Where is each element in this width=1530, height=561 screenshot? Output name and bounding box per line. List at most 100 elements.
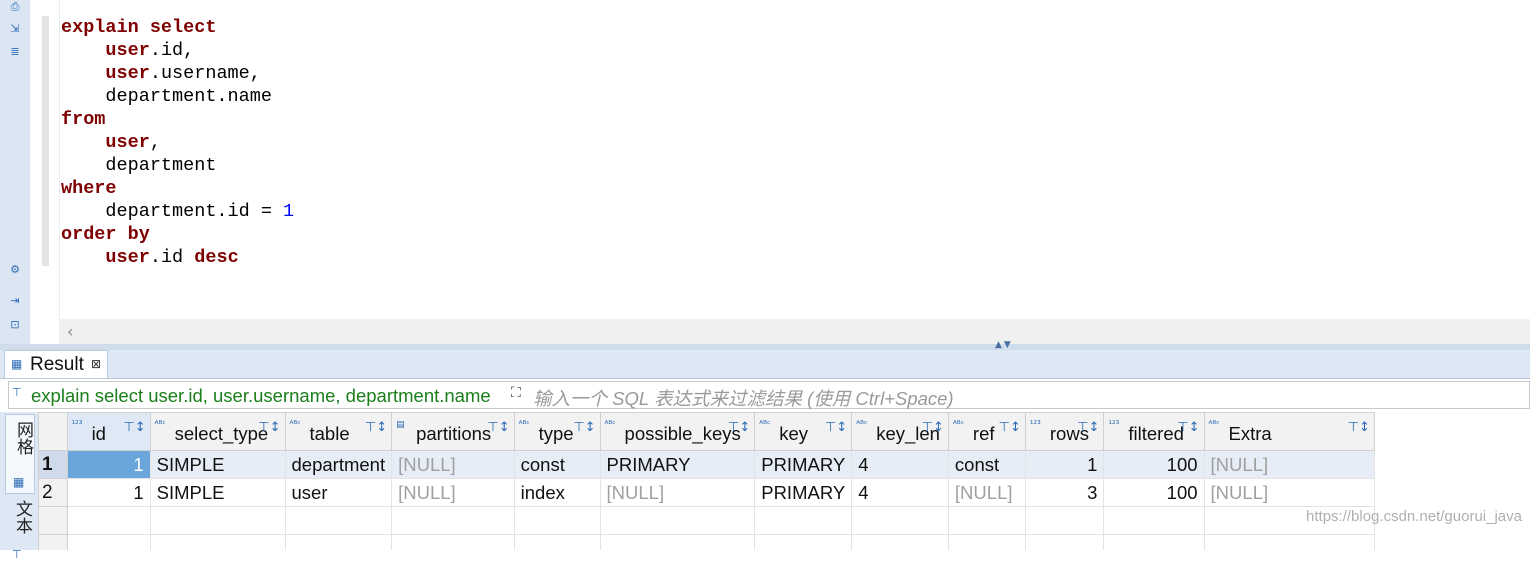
cell-rows[interactable]: 1 (1024, 450, 1105, 479)
sql-keyword: order by (61, 224, 150, 245)
sort-filter-icon[interactable]: ⊤↕ (365, 420, 387, 435)
result-tab-bar: ▦ Result ⊠ (0, 350, 1530, 379)
cell-possible-keys[interactable]: PRIMARY (599, 450, 756, 479)
column-header-select-type[interactable]: ᴬᴮᶜ select_type ⊤↕ (149, 412, 286, 451)
execute-script-icon[interactable]: ⎙ (9, 0, 21, 13)
cell-key[interactable]: PRIMARY (754, 478, 853, 507)
sort-filter-icon[interactable]: ⊤↕ (825, 420, 847, 435)
empty-cell (513, 534, 601, 550)
row-number[interactable]: 2 (38, 478, 68, 507)
filter-bar[interactable]: ⊤ explain select user.id, user.username,… (8, 381, 1530, 409)
explain-plan-icon[interactable]: ≣ (9, 45, 21, 58)
tab-result[interactable]: ▦ Result ⊠ (4, 350, 108, 378)
table-row[interactable]: 1 1 SIMPLE department [NULL] const PRIMARY PRIM… (38, 450, 1530, 479)
cell-type[interactable]: index (513, 478, 601, 507)
sort-filter-icon[interactable]: ⊤↕ (1348, 420, 1370, 435)
empty-cell (391, 534, 515, 550)
sql-keyword: desc (194, 247, 239, 268)
column-header-type[interactable]: ᴬᴮᶜ type ⊤↕ (513, 412, 601, 451)
column-label: ref (972, 423, 995, 444)
row-number (38, 534, 68, 550)
text-type-icon: ᴬᴮᶜ (604, 420, 616, 430)
cell-table[interactable]: department (284, 450, 393, 479)
cell-ref[interactable]: [NULL] (947, 478, 1026, 507)
column-label: Extra (1228, 423, 1272, 444)
cell-select-type[interactable]: SIMPLE (149, 478, 286, 507)
tab-text-view[interactable]: 文本 (10, 500, 35, 534)
column-label: possible_keys (624, 423, 741, 444)
text-type-icon: ᴬᴮᶜ (1208, 420, 1220, 430)
row-number[interactable]: 1 (38, 450, 68, 479)
sql-keyword: from (61, 109, 106, 130)
table-row[interactable]: 2 1 SIMPLE user [NULL] index [NULL] PRIMARY 4 [NU… (38, 478, 1530, 507)
empty-cell (391, 506, 515, 535)
column-header-key[interactable]: ᴬᴮᶜ key ⊤↕ (754, 412, 853, 451)
cell-partitions[interactable]: [NULL] (391, 450, 515, 479)
cell-filtered[interactable]: 100 (1103, 478, 1205, 507)
result-grid[interactable]: ¹²³ id ⊤↕ ᴬᴮᶜ select_type ⊤↕ ᴬᴮᶜ table ⊤↕ ▤ partit… (38, 412, 1530, 550)
column-header-filtered[interactable]: ¹²³ filtered ⊤↕ (1103, 412, 1205, 451)
column-header-possible-keys[interactable]: ᴬᴮᶜ possible_keys ⊤↕ (599, 412, 756, 451)
column-label: key (779, 423, 809, 444)
export-icon[interactable]: ⇥ (9, 294, 21, 307)
editor-horizontal-scrollbar[interactable]: ‹ (59, 319, 1530, 344)
sort-filter-icon[interactable]: ⊤↕ (1077, 420, 1099, 435)
sql-keyword: where (61, 178, 117, 199)
cell-Extra[interactable]: [NULL] (1203, 450, 1375, 479)
cell-filtered[interactable]: 100 (1103, 450, 1205, 479)
execute-new-tab-icon[interactable]: ⇲ (9, 22, 21, 35)
text-type-icon: ᴬᴮᶜ (154, 420, 166, 430)
cell-key-len[interactable]: 4 (851, 478, 949, 507)
cell-ref[interactable]: const (947, 450, 1026, 479)
cell-Extra[interactable]: [NULL] (1203, 478, 1375, 507)
filter-history-icon[interactable]: ⊤ (12, 386, 22, 399)
column-header-id[interactable]: ¹²³ id ⊤↕ (66, 412, 151, 451)
empty-cell (754, 506, 853, 535)
filter-input[interactable]: 输入一个 SQL 表达式来过滤结果 (使用 Ctrl+Space) (533, 385, 954, 411)
column-header-table[interactable]: ᴬᴮᶜ table ⊤↕ (284, 412, 393, 451)
chevron-left-icon[interactable]: ‹ (67, 322, 73, 341)
sort-filter-icon[interactable]: ⊤↕ (487, 420, 509, 435)
cell-possible-keys[interactable]: [NULL] (599, 478, 756, 507)
collapse-expand-icon[interactable]: ▲▼ (995, 340, 1013, 350)
sort-filter-icon[interactable]: ⊤↕ (999, 420, 1021, 435)
close-icon[interactable]: ⊠ (91, 357, 101, 371)
column-header-partitions[interactable]: ▤ partitions ⊤↕ (391, 412, 515, 451)
sort-filter-icon[interactable]: ⊤↕ (922, 420, 944, 435)
grid-corner[interactable] (38, 412, 68, 451)
expand-icon[interactable]: ⛶ (511, 385, 521, 401)
query-text: explain select user.id, user.username, d… (31, 385, 491, 406)
settings-icon[interactable]: ⚙ (9, 263, 21, 276)
column-header-Extra[interactable]: ᴬᴮᶜ Extra ⊤↕ (1203, 412, 1375, 451)
empty-cell (947, 534, 1026, 550)
sql-editor[interactable]: explain select user.id, user.username, d… (61, 16, 294, 269)
empty-cell (599, 534, 756, 550)
row-filler (1373, 534, 1530, 550)
empty-row (38, 534, 1530, 550)
sql-keyword: user (105, 63, 150, 84)
empty-cell (1103, 534, 1205, 550)
cell-key-len[interactable]: 4 (851, 450, 949, 479)
empty-cell (149, 534, 286, 550)
tab-grid-view[interactable]: 网格 ▦ (5, 414, 35, 494)
sort-filter-icon[interactable]: ⊤↕ (1177, 420, 1199, 435)
sort-filter-icon[interactable]: ⊤↕ (123, 420, 145, 435)
cell-select-type[interactable]: SIMPLE (149, 450, 286, 479)
column-header-ref[interactable]: ᴬᴮᶜ ref ⊤↕ (947, 412, 1026, 451)
cell-rows[interactable]: 3 (1024, 478, 1105, 507)
cell-table[interactable]: user (284, 478, 393, 507)
row-number (38, 506, 68, 535)
sort-filter-icon[interactable]: ⊤↕ (573, 420, 595, 435)
empty-cell (599, 506, 756, 535)
cell-key[interactable]: PRIMARY (754, 450, 853, 479)
new-script-icon[interactable]: ⊡ (9, 318, 21, 331)
sort-filter-icon[interactable]: ⊤↕ (258, 420, 280, 435)
sort-filter-icon[interactable]: ⊤↕ (728, 420, 750, 435)
cell-partitions[interactable]: [NULL] (391, 478, 515, 507)
text-type-icon: ᴬᴮᶜ (289, 420, 301, 430)
cell-id[interactable]: 1 (66, 450, 151, 479)
column-header-key-len[interactable]: ᴬᴮᶜ key_len ⊤↕ (851, 412, 949, 451)
column-header-rows[interactable]: ¹²³ rows ⊤↕ (1024, 412, 1105, 451)
cell-id[interactable]: 1 (66, 478, 151, 507)
cell-type[interactable]: const (513, 450, 601, 479)
